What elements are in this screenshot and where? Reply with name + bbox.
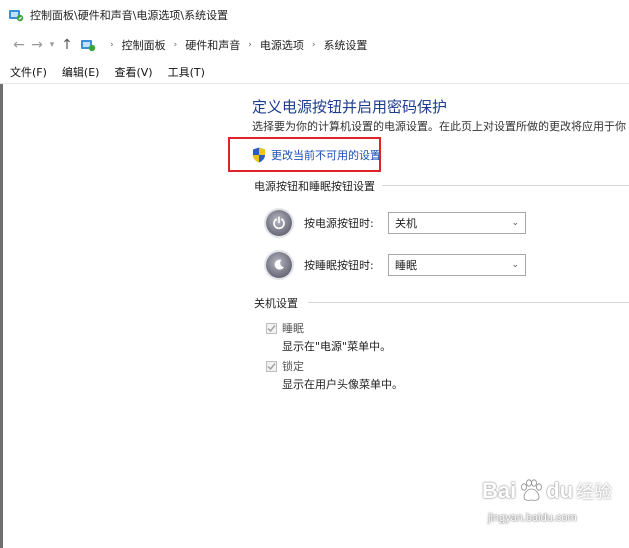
page-description: 选择要为你的计算机设置的电源设置。在此页上对设置所做的更改将应用于你 [252,120,626,133]
sleep-button-label: 按睡眠按钮时: [304,259,374,272]
breadcrumb[interactable]: › 控制面板 › 硬件和声音 › 电源选项 › 系统设置 [80,34,367,56]
baidu-paw-icon [521,479,543,501]
lock-option-description: 显示在用户头像菜单中。 [282,378,403,391]
power-button-select[interactable]: 关机 ⌄ [388,212,526,234]
breadcrumb-separator-icon: › [311,40,316,50]
chevron-down-icon[interactable]: ▾ [46,34,58,56]
title-bar: 控制面板\硬件和声音\电源选项\系统设置 [0,0,629,30]
breadcrumb-separator-icon: › [248,40,252,50]
control-panel-icon [9,10,24,22]
section-divider [382,185,629,186]
sleep-option-description: 显示在"电源"菜单中。 [282,340,392,353]
change-settings-link-text[interactable]: 更改当前不可用的设置 [271,147,381,163]
page-title: 定义电源按钮并启用密码保护 [252,98,448,116]
watermark-bai: Bai [482,478,517,503]
checkmark-icon [267,324,276,332]
sleep-button-select-value: 睡眠 [395,259,417,272]
lock-checkbox[interactable] [266,360,277,372]
back-arrow-icon[interactable]: ← [10,34,28,56]
control-panel-icon [81,40,96,52]
power-button-setting: 按电源按钮时: 关机 ⌄ [266,208,526,238]
window-edge [0,84,3,548]
menu-edit[interactable]: 编辑(E) [62,64,100,80]
breadcrumb-item[interactable]: 硬件和声音 [185,37,240,53]
navigation-bar: ← → ▾ ↑ › 控制面板 › 硬件和声音 › 电源选项 › 系统设置 [0,30,629,60]
baidu-watermark: Bai du 经验 jingyan.baidu.com [482,478,622,540]
sleep-button-select[interactable]: 睡眠 ⌄ [388,254,526,276]
window-title: 控制面板\硬件和声音\电源选项\系统设置 [30,9,229,22]
up-arrow-icon[interactable]: ↑ [58,34,76,56]
sleep-option-label: 睡眠 [282,322,304,335]
watermark-url: jingyan.baidu.com [488,512,577,524]
breadcrumb-item[interactable]: 电源选项 [260,37,304,53]
uac-shield-icon [253,147,265,163]
menu-view[interactable]: 查看(V) [114,64,152,80]
breadcrumb-item[interactable]: 控制面板 [122,37,166,53]
sleep-button-setting: 按睡眠按钮时: 睡眠 ⌄ [266,250,526,280]
power-icon [266,210,292,236]
section-title-shutdown: 关机设置 [254,297,298,310]
chevron-down-icon: ⌄ [511,218,519,228]
power-button-select-value: 关机 [395,217,417,230]
breadcrumb-separator-icon: › [110,40,114,50]
sleep-icon [266,252,292,278]
section-title-power: 电源按钮和睡眠按钮设置 [254,180,375,193]
change-settings-link[interactable]: 更改当前不可用的设置 [252,146,381,164]
watermark-jingyan: 经验 [576,482,613,503]
power-button-label: 按电源按钮时: [304,217,374,230]
menu-bar: 文件(F) 编辑(E) 查看(V) 工具(T) [0,60,629,84]
menu-file[interactable]: 文件(F) [10,64,47,80]
forward-arrow-icon[interactable]: → [28,34,46,56]
checkmark-icon [267,362,276,370]
breadcrumb-separator-icon: › [173,40,178,50]
chevron-down-icon: ⌄ [511,260,519,270]
breadcrumb-item[interactable]: 系统设置 [323,37,367,53]
main-content: 定义电源按钮并启用密码保护 选择要为你的计算机设置的电源设置。在此页上对设置所做… [252,96,629,136]
watermark-du: du [546,478,574,503]
lock-option-label: 锁定 [282,360,304,373]
section-divider [308,302,629,303]
lock-option: 锁定 [266,359,304,373]
sleep-checkbox[interactable] [266,322,277,334]
sleep-option: 睡眠 [266,321,304,335]
menu-tools[interactable]: 工具(T) [168,64,205,80]
